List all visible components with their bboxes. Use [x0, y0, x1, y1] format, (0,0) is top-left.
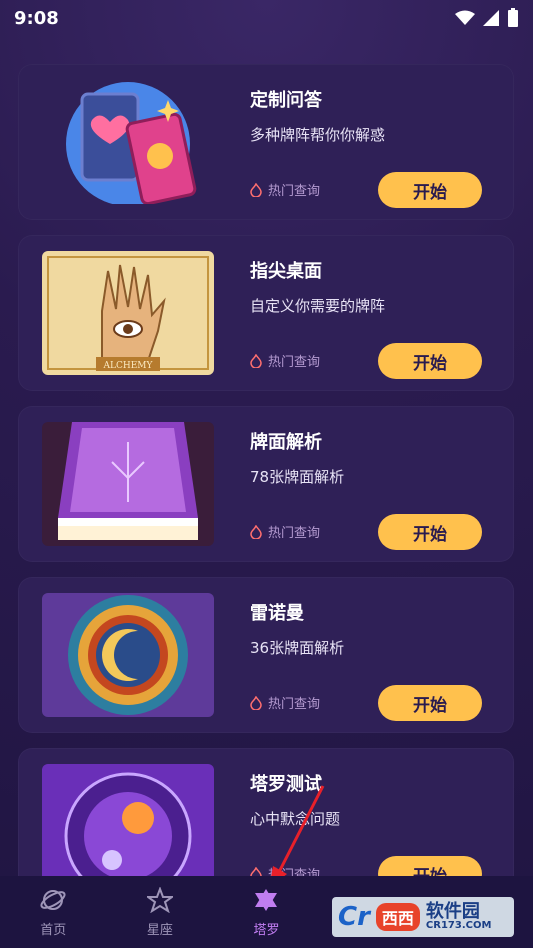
tab-tarot[interactable]: 塔罗 — [213, 876, 320, 948]
start-button[interactable]: 开始 — [378, 172, 482, 208]
thumb-palm-alchemy: ALCHEMY — [42, 251, 214, 375]
flame-icon — [250, 695, 262, 710]
planet-icon — [40, 889, 66, 910]
wifi-icon — [455, 10, 475, 25]
watermark-text: 软件园 — [425, 901, 480, 922]
signal-icon — [483, 10, 499, 26]
alchemy-caption: ALCHEMY — [103, 361, 154, 371]
hot-label: 热门查询 — [250, 693, 320, 712]
card-title: 牌面解析 — [250, 432, 322, 453]
tab-home[interactable]: 首页 — [0, 876, 107, 948]
status-icons — [455, 8, 519, 28]
watermark-domain: CR173.COM — [425, 920, 492, 931]
status-time: 9:08 — [14, 7, 59, 29]
tab-horoscope[interactable]: 星座 — [107, 876, 214, 948]
hexagram-icon — [255, 888, 278, 911]
flame-icon — [250, 524, 262, 539]
battery-icon — [508, 8, 518, 27]
card-subtitle: 36张牌面解析 — [250, 639, 345, 657]
status-bar: 9:08 — [0, 0, 533, 36]
watermark-logo: Cr 西西 软件园 CR173.COM — [332, 897, 514, 937]
card-title: 定制问答 — [250, 90, 322, 111]
card-subtitle: 自定义你需要的牌阵 — [250, 297, 386, 315]
star-icon — [146, 886, 173, 913]
thumb-zodiac-wheel — [42, 764, 214, 888]
watermark-letter: Cr — [338, 902, 370, 932]
watermark-brand: 西西 — [375, 903, 420, 931]
hot-label: 热门查询 — [250, 180, 320, 199]
card-card-analysis[interactable]: 牌面解析 78张牌面解析 热门查询 开始 — [18, 406, 514, 562]
card-desktop[interactable]: ALCHEMY 指尖桌面 自定义你需要的牌阵 热门查询 开始 — [18, 235, 514, 391]
hot-label: 热门查询 — [250, 522, 320, 541]
start-button[interactable]: 开始 — [378, 685, 482, 721]
card-subtitle: 78张牌面解析 — [250, 468, 345, 486]
thumb-glowing-card — [42, 422, 214, 546]
start-button[interactable]: 开始 — [378, 514, 482, 550]
flame-icon — [250, 182, 262, 197]
card-title: 指尖桌面 — [250, 261, 322, 282]
flame-icon — [250, 353, 262, 368]
card-subtitle: 多种牌阵帮你你解惑 — [250, 126, 386, 144]
card-title: 雷诺曼 — [250, 603, 304, 624]
thumb-moon-mandala — [42, 593, 214, 717]
start-button[interactable]: 开始 — [378, 343, 482, 379]
card-custom-qa[interactable]: 定制问答 多种牌阵帮你你解惑 热门查询 开始 — [18, 64, 514, 220]
hot-label: 热门查询 — [250, 351, 320, 370]
thumb-tarot-cards — [42, 80, 214, 204]
card-lenormand[interactable]: 雷诺曼 36张牌面解析 热门查询 开始 — [18, 577, 514, 733]
annotation-arrow-icon — [269, 785, 325, 888]
